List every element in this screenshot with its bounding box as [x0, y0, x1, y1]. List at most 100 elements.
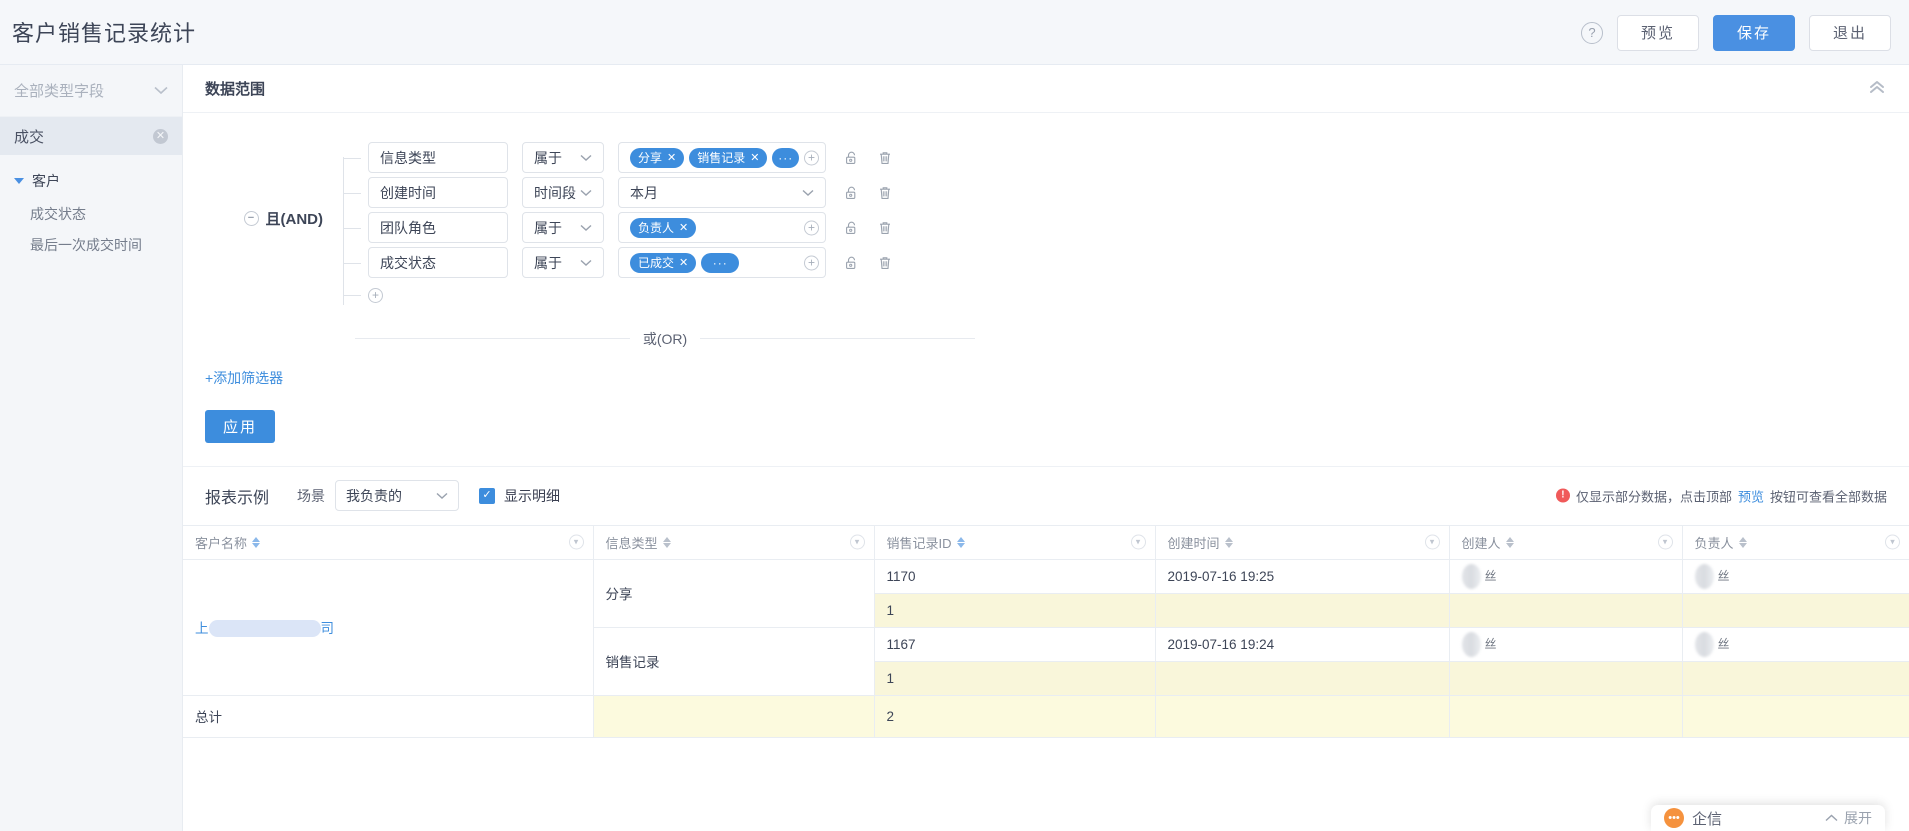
plus-circle-icon[interactable]: + [368, 287, 383, 303]
operator-label: 时间段 [534, 184, 576, 201]
owner-cell: 丝 [1682, 627, 1909, 662]
chevron-up-icon [1825, 814, 1838, 822]
scene-select[interactable]: 我负责的 [335, 480, 460, 511]
unlock-icon[interactable] [844, 255, 860, 271]
creator-name: 丝 [1484, 636, 1497, 651]
unlock-icon[interactable] [844, 220, 860, 236]
sort-icon[interactable] [1505, 536, 1514, 548]
row-actions [844, 220, 893, 236]
column-menu-icon[interactable]: ▾ [849, 534, 865, 550]
customer-name-suffix: 司 [320, 620, 335, 636]
or-label: 或(OR) [642, 330, 688, 347]
checkbox-checked-icon[interactable]: ✓ [479, 487, 496, 504]
trash-icon[interactable] [877, 150, 893, 166]
sort-icon[interactable] [956, 536, 965, 548]
column-header-record-id[interactable]: 销售记录ID ▾ [874, 524, 1156, 560]
unlock-icon[interactable] [844, 150, 860, 166]
condition-value-tags[interactable]: 负责人 ✕ + [618, 212, 826, 243]
trash-icon[interactable] [877, 220, 893, 236]
sidebar-item-last-deal-time[interactable]: 最后一次成交时间 [0, 229, 182, 260]
report-bar: 报表示例 场景 我负责的 ✓ 显示明细 ! 仅显示部分数据，点击顶部 预览 按钮… [183, 467, 1909, 525]
chat-expand-control[interactable]: 展开 [1825, 808, 1872, 828]
tag-remove-icon[interactable]: ✕ [667, 151, 676, 164]
record-id-cell[interactable]: 1170 [874, 559, 1156, 594]
tree-branch [343, 295, 361, 296]
column-label: 创建时间 [1167, 535, 1220, 551]
condition-row: 成交状态 属于 已成交 ✕ ··· + [343, 246, 893, 279]
table-header-row: 客户名称 ▾ 信息类型 ▾ 销售记录ID ▾ 创建时间 ▾ 创建人 ▾ 负责人 … [183, 524, 1909, 560]
preview-button[interactable]: 预览 [1617, 14, 1699, 51]
tag-remove-icon[interactable]: ✕ [750, 151, 759, 164]
close-icon[interactable]: ✕ [153, 128, 168, 144]
value-tag[interactable]: 分享 ✕ [630, 147, 685, 168]
partial-data-notice: ! 仅显示部分数据，点击顶部 预览 按钮可查看全部数据 [1555, 486, 1887, 505]
condition-value-tags[interactable]: 已成交 ✕ ··· + [618, 247, 826, 278]
column-menu-icon[interactable]: ▾ [1130, 534, 1146, 550]
record-id-cell[interactable]: 1167 [874, 627, 1156, 662]
tag-overflow[interactable]: ··· [701, 252, 740, 273]
sort-icon[interactable] [252, 536, 261, 548]
help-icon[interactable]: ? [1581, 21, 1603, 44]
condition-operator-select[interactable]: 属于 [522, 247, 604, 278]
apply-button[interactable]: 应用 [205, 409, 275, 443]
value-tag[interactable]: 销售记录 ✕ [689, 147, 768, 168]
creator-cell: 丝 [1449, 627, 1683, 662]
condition-operator-select[interactable]: 属于 [522, 212, 604, 243]
condition-field-input[interactable]: 团队角色 [368, 212, 508, 243]
notice-suffix: 按钮可查看全部数据 [1769, 489, 1887, 504]
sort-icon[interactable] [1738, 536, 1747, 548]
condition-operator-select[interactable]: 时间段 [522, 177, 604, 208]
report-table: 客户名称 ▾ 信息类型 ▾ 销售记录ID ▾ 创建时间 ▾ 创建人 ▾ 负责人 … [183, 524, 1909, 738]
value-tag[interactable]: 负责人 ✕ [630, 217, 697, 238]
column-menu-icon[interactable]: ▾ [1657, 534, 1673, 550]
plus-circle-icon[interactable]: + [804, 150, 819, 165]
plus-circle-icon[interactable]: + [804, 255, 819, 270]
customer-name-prefix: 上 [195, 620, 209, 636]
group-operator[interactable]: − 且(AND) [183, 141, 333, 296]
minus-circle-icon[interactable]: − [243, 211, 259, 226]
trash-icon[interactable] [877, 185, 893, 201]
trash-icon[interactable] [877, 255, 893, 271]
column-header-owner[interactable]: 负责人 ▾ [1682, 524, 1909, 560]
column-menu-icon[interactable]: ▾ [568, 534, 584, 550]
double-chevron-up-icon[interactable] [1867, 79, 1887, 95]
column-header-creator[interactable]: 创建人 ▾ [1449, 524, 1683, 560]
exit-button[interactable]: 退出 [1809, 14, 1891, 51]
customer-name-cell[interactable]: 上司 [183, 559, 594, 696]
sort-icon[interactable] [662, 536, 671, 548]
plus-circle-icon[interactable]: + [804, 220, 819, 235]
tag-overflow[interactable]: ··· [772, 147, 799, 168]
sidebar-item-deal-status[interactable]: 成交状态 [0, 198, 182, 229]
customer-name-link[interactable]: 上司 [195, 620, 335, 638]
condition-field-input[interactable]: 创建时间 [368, 177, 508, 208]
column-menu-icon[interactable]: ▾ [1885, 534, 1900, 550]
condition-field-input[interactable]: 成交状态 [368, 247, 508, 278]
condition-operator-select[interactable]: 属于 [522, 142, 604, 173]
condition-field-input[interactable]: 信息类型 [368, 142, 508, 173]
tag-label: 已成交 [638, 256, 675, 270]
notice-preview-link[interactable]: 预览 [1738, 486, 1764, 505]
column-menu-icon[interactable]: ▾ [1424, 534, 1440, 550]
add-filter-link[interactable]: +添加筛选器 [205, 368, 1909, 388]
subtotal-count-cell: 1 [874, 661, 1156, 696]
column-header-created-at[interactable]: 创建时间 ▾ [1155, 524, 1450, 560]
tag-remove-icon[interactable]: ✕ [679, 256, 688, 269]
tree-branch [343, 262, 361, 264]
column-header-customer-name[interactable]: 客户名称 ▾ [183, 524, 594, 560]
sidebar-item-active[interactable]: 成交 ✕ [0, 117, 182, 155]
save-button[interactable]: 保存 [1713, 14, 1795, 51]
field-type-select[interactable]: 全部类型字段 [0, 65, 182, 117]
condition-value-tags[interactable]: 分享 ✕ 销售记录 ✕ ··· + [618, 142, 826, 173]
or-separator: 或(OR) [355, 329, 976, 349]
unlock-icon[interactable] [844, 185, 860, 201]
value-tag[interactable]: 已成交 ✕ [630, 252, 697, 273]
column-header-info-type[interactable]: 信息类型 ▾ [593, 524, 875, 560]
top-bar: 客户销售记录统计 ? 预览 保存 退出 [0, 0, 1909, 65]
info-type-label: 分享 [605, 587, 633, 602]
show-detail-checkbox[interactable]: ✓ 显示明细 [479, 486, 560, 506]
condition-value-select[interactable]: 本月 [618, 177, 826, 208]
chat-widget[interactable]: ••• 企信 展开 [1651, 805, 1885, 831]
sort-icon[interactable] [1224, 536, 1233, 548]
tag-remove-icon[interactable]: ✕ [679, 221, 688, 234]
sidebar-group-customer[interactable]: 客户 [0, 164, 182, 198]
